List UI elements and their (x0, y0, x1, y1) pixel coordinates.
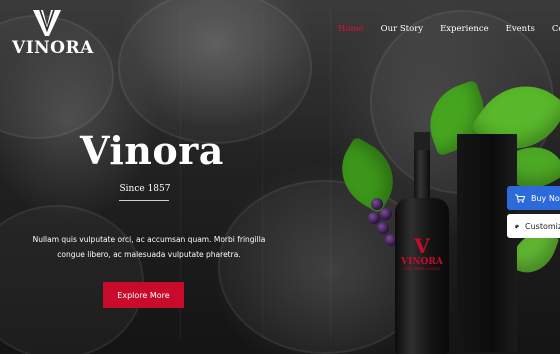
cart-icon (515, 194, 525, 203)
palette-icon (515, 224, 519, 228)
grape (368, 212, 380, 224)
nav-experience[interactable]: Experience (440, 24, 489, 34)
nav-contact[interactable]: Contact (552, 24, 560, 34)
bottle-brand-name: VINORA (401, 257, 443, 267)
bottle-cap (414, 132, 430, 150)
grape (371, 198, 383, 210)
nav-our-story[interactable]: Our Story (381, 24, 423, 34)
wine-gift-box (457, 134, 517, 352)
customize-button[interactable]: Customize (507, 214, 560, 238)
main-nav: Home Our Story Experience Events Contact (338, 24, 560, 34)
background-barrel (118, 0, 312, 144)
background-stave (262, 10, 263, 340)
nav-home[interactable]: Home (338, 24, 364, 34)
divider (119, 200, 169, 201)
product-image: V VINORA FINE WINE HOUSE (327, 66, 560, 354)
explore-more-button[interactable]: Explore More (103, 282, 184, 308)
background-stave (330, 10, 331, 340)
brand-name: VINORA (12, 38, 94, 58)
hero-title: Vinora (80, 128, 224, 173)
since-text: Since 1857 (119, 184, 171, 194)
hero-page: VINORA Home Our Story Experience Events … (0, 0, 560, 354)
logo-v-icon (33, 9, 61, 36)
bottle-subtitle: FINE WINE HOUSE (403, 267, 441, 271)
grape (377, 222, 389, 234)
nav-events[interactable]: Events (506, 24, 535, 34)
grape (380, 208, 392, 220)
brand-logo[interactable]: VINORA (10, 8, 93, 58)
buy-now-button[interactable]: Buy Now (507, 186, 560, 210)
customize-label: Customize (525, 221, 560, 231)
background-barrel (0, 205, 144, 354)
grape-leaf (327, 136, 408, 214)
buy-now-label: Buy Now (531, 193, 560, 203)
hero-description: Nullam quis vulputate orci, ac accumsan … (32, 235, 266, 259)
bottle-logo-mark: V (414, 234, 430, 258)
bottle-label: V VINORA FINE WINE HOUSE (397, 235, 447, 295)
